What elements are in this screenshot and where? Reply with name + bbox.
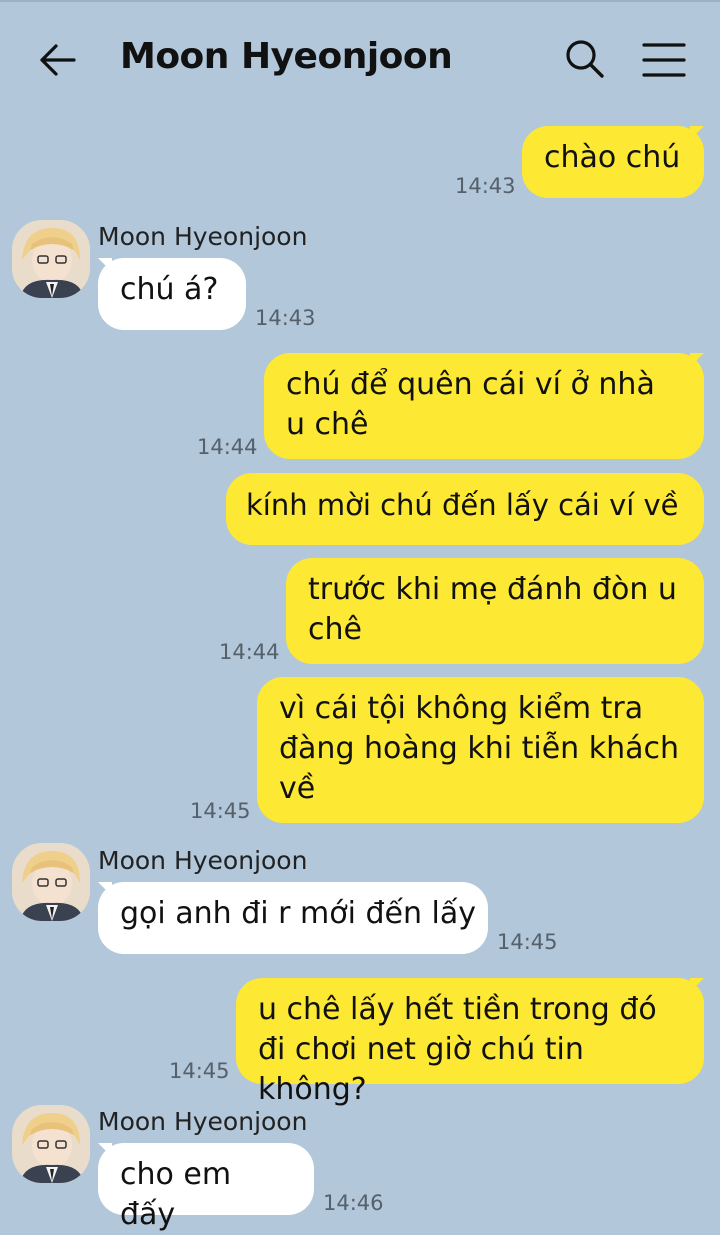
sender-name: Moon Hyeonjoon xyxy=(98,222,308,251)
search-icon xyxy=(566,40,604,78)
message-time: 14:43 xyxy=(455,174,516,198)
message-bubble[interactable]: vì cái tội không kiểm tra đàng hoàng khi… xyxy=(257,677,704,823)
avatar-image xyxy=(12,843,90,921)
message-bubble[interactable]: trước khi mẹ đánh đòn u chê xyxy=(286,558,704,664)
chat-header: Moon Hyeonjoon xyxy=(0,2,720,114)
chat-title: Moon Hyeonjoon xyxy=(120,36,453,77)
avatar[interactable] xyxy=(12,220,90,298)
hamburger-menu-icon xyxy=(642,43,686,77)
message-bubble[interactable]: chú á? xyxy=(98,258,246,330)
message-bubble[interactable]: gọi anh đi r mới đến lấy xyxy=(98,882,488,954)
avatar[interactable] xyxy=(12,1105,90,1183)
avatar-image xyxy=(12,220,90,298)
sender-name: Moon Hyeonjoon xyxy=(98,1107,308,1136)
message-time: 14:43 xyxy=(255,306,316,330)
bubble-tail xyxy=(690,978,704,992)
message-bubble[interactable]: cho em đấy xyxy=(98,1143,314,1232)
message-time: 14:46 xyxy=(323,1191,384,1215)
message-time: 14:45 xyxy=(169,1059,230,1083)
menu-button[interactable] xyxy=(640,40,688,80)
avatar-image xyxy=(12,1105,90,1183)
avatar[interactable] xyxy=(12,843,90,921)
back-button[interactable] xyxy=(36,38,80,82)
sender-name: Moon Hyeonjoon xyxy=(98,846,308,875)
message-time: 14:44 xyxy=(219,640,280,664)
message-time: 14:45 xyxy=(190,799,251,823)
message-bubble[interactable]: kính mời chú đến lấy cái ví về xyxy=(226,473,704,545)
message-time: 14:45 xyxy=(497,930,558,954)
bubble-tail xyxy=(690,126,704,140)
arrow-left-icon xyxy=(40,44,76,76)
message-bubble[interactable]: u chê lấy hết tiền trong đó đi chơi net … xyxy=(236,978,704,1107)
bubble-tail xyxy=(690,353,704,367)
search-button[interactable] xyxy=(562,36,608,82)
message-bubble[interactable]: chào chú xyxy=(522,126,704,198)
message-bubble[interactable]: chú để quên cái ví ở nhà u chê xyxy=(264,353,704,459)
message-time: 14:44 xyxy=(197,435,258,459)
